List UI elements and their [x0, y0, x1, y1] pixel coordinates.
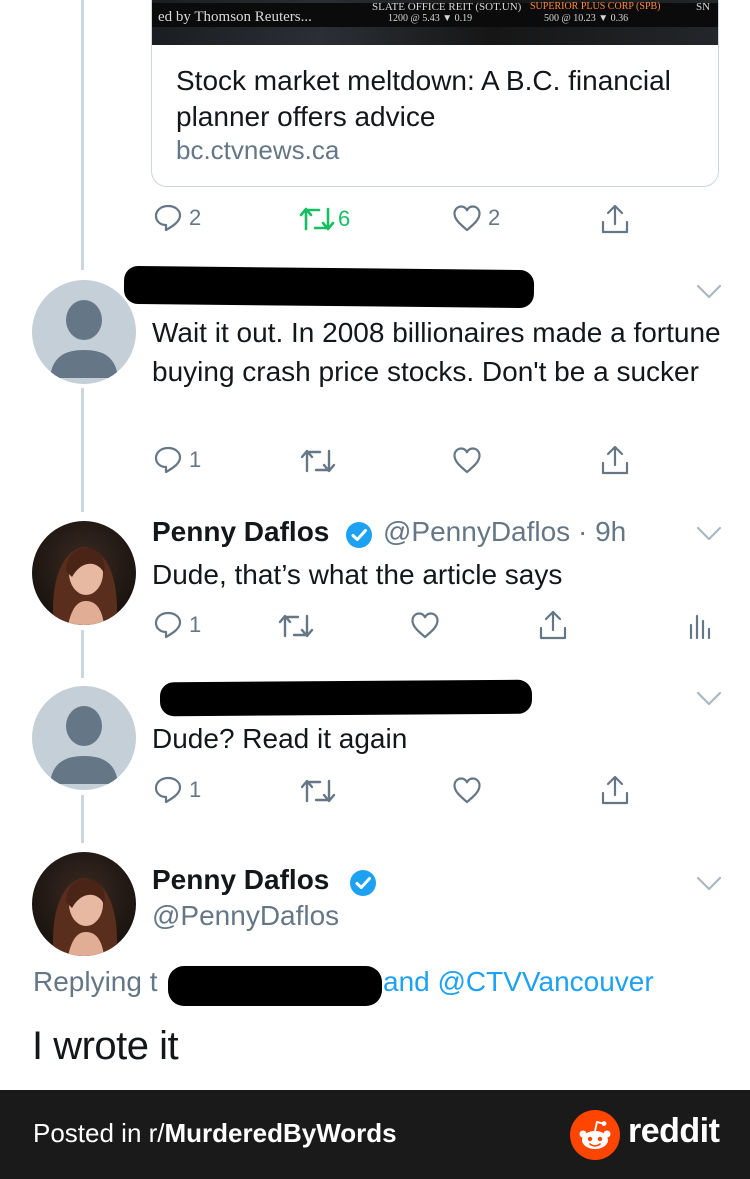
tweet-text: Dude? Read it again — [152, 723, 408, 754]
reddit-wordmark: reddit — [628, 1112, 720, 1150]
link-preview-title: Stock market meltdown: A B.C. financial … — [176, 65, 671, 132]
avatar[interactable] — [32, 280, 136, 384]
ticker-label: SLATE OFFICE REIT (SOT.UN) — [372, 1, 522, 13]
reply-button[interactable]: 1 — [153, 610, 201, 640]
replying-to-mentions[interactable]: and @CTVVancouver — [383, 966, 654, 998]
ticker-values: 1200 @ 5.43 ▼ 0.19 — [388, 13, 473, 24]
posted-in-label: Posted in r/ — [33, 1118, 165, 1148]
thread-line — [81, 795, 84, 843]
like-button[interactable]: 2 — [452, 204, 500, 232]
retweet-icon — [299, 207, 335, 231]
link-preview-card[interactable]: ed by Thomson Reuters... SLATE OFFICE RE… — [151, 0, 719, 187]
posted-in-text[interactable]: Posted in r/MurderedByWords — [33, 1118, 397, 1149]
default-profile-icon — [50, 706, 118, 784]
profile-photo-icon — [53, 547, 117, 625]
chevron-down-icon[interactable] — [696, 876, 722, 892]
analytics-icon — [689, 614, 711, 639]
replying-to-line: Replying t — [33, 966, 158, 998]
reply-button[interactable]: 1 — [153, 775, 201, 805]
reply-count: 1 — [189, 447, 202, 472]
replying-to-label: Replying t — [33, 966, 158, 997]
share-button[interactable] — [599, 774, 631, 806]
retweet-button[interactable] — [300, 777, 336, 805]
verified-badge-icon — [346, 522, 372, 548]
verified-badge-icon — [350, 870, 376, 896]
thread-line — [81, 630, 84, 678]
ticker-label: SN — [696, 1, 711, 13]
retweet-button[interactable] — [278, 612, 314, 640]
retweet-count: 6 — [338, 206, 351, 231]
user-handle[interactable]: @PennyDaflos — [152, 900, 339, 932]
chevron-down-icon[interactable] — [696, 526, 722, 542]
user-handle-time[interactable]: @PennyDaflos · 9h — [383, 516, 626, 548]
share-button[interactable] — [537, 609, 569, 641]
like-count: 2 — [488, 205, 501, 230]
profile-photo-icon — [53, 878, 117, 956]
retweet-button[interactable] — [300, 447, 336, 475]
reply-count: 1 — [189, 612, 202, 637]
share-icon — [601, 445, 629, 475]
reply-button[interactable]: 2 — [153, 203, 201, 233]
share-icon — [601, 204, 629, 234]
user-name[interactable]: Penny Daflos — [152, 516, 329, 548]
share-icon — [601, 775, 629, 805]
avatar[interactable] — [32, 521, 136, 625]
main-tweet-text: I wrote it — [32, 1024, 179, 1068]
heart-icon — [453, 777, 481, 804]
analytics-button[interactable] — [688, 611, 712, 639]
reply-icon — [154, 611, 182, 639]
redacted-mention — [168, 966, 382, 1006]
share-icon — [539, 610, 567, 640]
redacted-user-name — [123, 265, 535, 309]
like-button[interactable] — [452, 446, 482, 474]
ticker-label: SUPERIOR PLUS CORP (SPB) — [530, 1, 661, 12]
tweet-text: Dude, that’s what the article says — [152, 559, 563, 590]
retweet-icon — [278, 614, 314, 638]
redacted-user-name — [159, 679, 533, 717]
subreddit-name: MurderedByWords — [164, 1118, 397, 1148]
retweet-icon — [300, 779, 336, 803]
link-preview-image: ed by Thomson Reuters... SLATE OFFICE RE… — [152, 0, 718, 45]
link-preview-url: bc.ctvnews.ca — [176, 135, 340, 165]
reply-count: 2 — [189, 205, 202, 230]
stock-ticker: ed by Thomson Reuters... SLATE OFFICE RE… — [152, 1, 718, 27]
chevron-down-icon[interactable] — [696, 691, 722, 707]
reply-button[interactable]: 1 — [153, 445, 201, 475]
image-caption: ed by Thomson Reuters... — [158, 9, 312, 25]
thread-line — [81, 0, 84, 270]
retweet-button[interactable]: 6 — [299, 205, 350, 233]
like-button[interactable] — [452, 776, 482, 804]
avatar[interactable] — [32, 686, 136, 790]
heart-icon — [411, 612, 439, 639]
ticker-values: 500 @ 10.23 ▼ 0.36 — [544, 13, 629, 24]
user-name[interactable]: Penny Daflos — [152, 864, 329, 896]
retweet-icon — [300, 449, 336, 473]
avatar[interactable] — [32, 852, 136, 956]
reply-count: 1 — [189, 777, 202, 802]
like-button[interactable] — [410, 611, 440, 639]
reply-icon — [154, 204, 182, 232]
chevron-down-icon[interactable] — [696, 284, 722, 300]
thread-line — [81, 388, 84, 512]
default-profile-icon — [50, 300, 118, 378]
reply-icon — [154, 776, 182, 804]
reddit-footer: Posted in r/MurderedByWords reddit — [0, 1090, 750, 1179]
heart-icon — [453, 447, 481, 474]
tweet-text: Wait it out. In 2008 billionaires made a… — [152, 317, 721, 387]
reddit-logo-icon — [570, 1110, 620, 1160]
heart-icon — [453, 205, 481, 232]
share-button[interactable] — [599, 444, 631, 476]
share-button[interactable] — [599, 203, 631, 235]
reply-icon — [154, 446, 182, 474]
